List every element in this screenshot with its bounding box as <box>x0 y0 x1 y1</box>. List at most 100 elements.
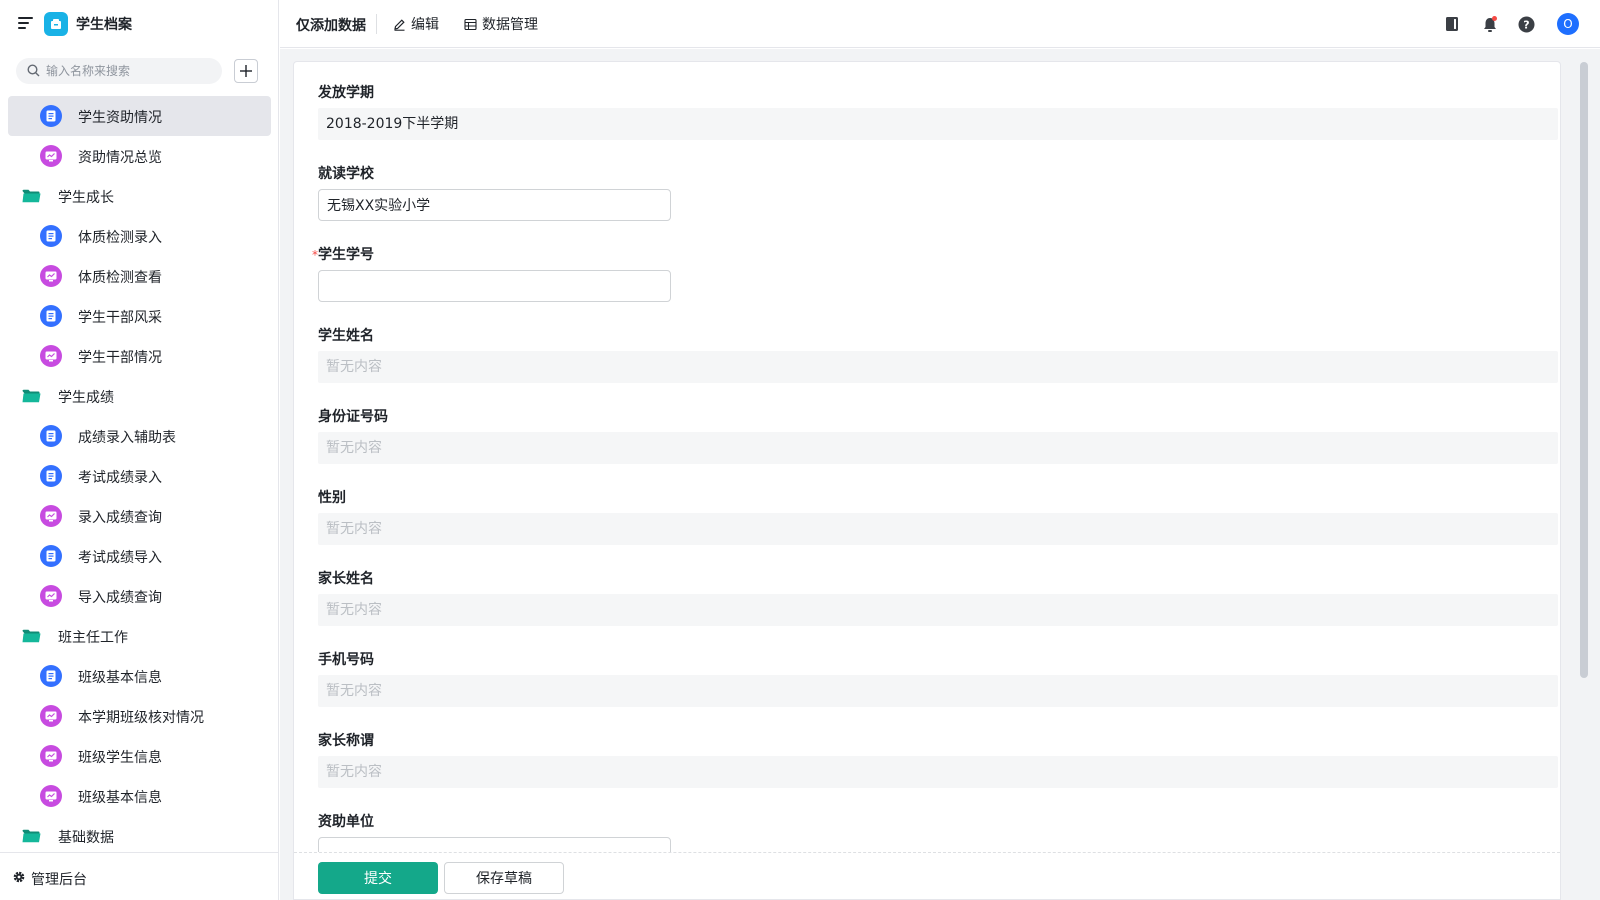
form-card: 发放学期 2018-2019下半学期 就读学校 *学生学号 学生姓名 暂无内容 … <box>293 61 1561 900</box>
sidebar-folder[interactable]: 基础数据 <box>0 816 279 848</box>
data-manage-button[interactable]: 数据管理 <box>464 14 538 34</box>
sidebar-header: 学生档案 <box>0 0 279 48</box>
field-label: 手机号码 <box>318 652 374 668</box>
sidebar-item-label: 学生资助情况 <box>78 110 162 126</box>
notifications-button[interactable] <box>1480 14 1500 34</box>
report-icon <box>40 345 62 367</box>
student-name-value: 暂无内容 <box>318 351 1558 383</box>
sidebar-item-label: 班级基本信息 <box>78 790 162 806</box>
school-input[interactable] <box>318 189 671 221</box>
sidebar-item-label: 资助情况总览 <box>78 150 162 166</box>
search-box <box>16 58 222 84</box>
gear-icon <box>13 871 25 883</box>
sidebar-item[interactable]: 体质检测查看 <box>0 256 279 296</box>
search-icon <box>27 64 40 77</box>
form-icon <box>40 425 62 447</box>
field-label: 就读学校 <box>318 166 374 182</box>
report-icon <box>40 265 62 287</box>
form-icon <box>40 305 62 327</box>
form-icon <box>40 225 62 247</box>
top-toolbar: 仅添加数据 编辑 数据管理 ? O <box>280 0 1600 48</box>
sidebar-item[interactable]: 考试成绩录入 <box>0 456 279 496</box>
add-button[interactable] <box>234 59 258 83</box>
field-label: 学生姓名 <box>318 328 374 344</box>
sidebar-item[interactable]: 资助情况总览 <box>0 136 279 176</box>
vertical-scrollbar[interactable] <box>1580 62 1588 678</box>
search-input[interactable] <box>46 58 216 84</box>
report-icon <box>40 505 62 527</box>
admin-backend-link[interactable]: 管理后台 <box>0 852 279 900</box>
folder-icon <box>22 629 41 643</box>
field-label: 资助单位 <box>318 814 374 830</box>
sidebar-item[interactable]: 考试成绩导入 <box>0 536 279 576</box>
edit-button[interactable]: 编辑 <box>393 14 439 34</box>
report-icon <box>40 745 62 767</box>
sidebar-item-label: 体质检测查看 <box>78 270 162 286</box>
field-label: * 学生学号 <box>312 244 1558 266</box>
sidebar-item[interactable]: 班级基本信息 <box>0 656 279 696</box>
field-sponsor: 资助单位 <box>318 811 1558 852</box>
sidebar-item[interactable]: 录入成绩查询 <box>0 496 279 536</box>
docs-button[interactable] <box>1442 14 1462 34</box>
sidebar-item[interactable]: 学生干部风采 <box>0 296 279 336</box>
user-avatar[interactable]: O <box>1557 13 1579 35</box>
sidebar-folder[interactable]: 班主任工作 <box>0 616 279 656</box>
phone-value: 暂无内容 <box>318 675 1558 707</box>
student-id-input[interactable] <box>318 270 671 302</box>
submit-button[interactable]: 提交 <box>318 862 438 894</box>
bell-icon <box>1484 15 1497 32</box>
help-button[interactable]: ? <box>1516 14 1536 34</box>
field-label: 家长姓名 <box>318 571 374 587</box>
sidebar-folder[interactable]: 学生成绩 <box>0 376 279 416</box>
field-gender: 性别 暂无内容 <box>318 487 1558 545</box>
menu-toggle-icon[interactable] <box>18 17 33 30</box>
form-icon <box>40 465 62 487</box>
sidebar-item[interactable]: 学生资助情况 <box>8 96 271 136</box>
help-icon: ? <box>1518 16 1534 32</box>
main-content: 发放学期 2018-2019下半学期 就读学校 *学生学号 学生姓名 暂无内容 … <box>280 49 1600 900</box>
sponsor-input[interactable] <box>318 837 671 852</box>
sidebar-item[interactable]: 本学期班级核对情况 <box>0 696 279 736</box>
report-icon <box>40 705 62 727</box>
sidebar-item[interactable]: 学生干部情况 <box>0 336 279 376</box>
sidebar-item-label: 班主任工作 <box>58 630 128 646</box>
save-draft-button[interactable]: 保存草稿 <box>444 862 564 894</box>
report-icon <box>40 785 62 807</box>
sidebar-item-label: 成绩录入辅助表 <box>78 430 176 446</box>
sidebar-item[interactable]: 成绩录入辅助表 <box>0 416 279 456</box>
gender-value: 暂无内容 <box>318 513 1558 545</box>
semester-value: 2018-2019下半学期 <box>318 108 1558 140</box>
field-semester: 发放学期 2018-2019下半学期 <box>318 82 1558 140</box>
folder-icon <box>22 829 41 843</box>
field-id-card: 身份证号码 暂无内容 <box>318 406 1558 464</box>
sidebar-item-label: 学生成长 <box>58 190 114 206</box>
sidebar-item-label: 班级基本信息 <box>78 670 162 686</box>
sidebar-item[interactable]: 班级学生信息 <box>0 736 279 776</box>
edit-pencil-icon <box>394 18 405 31</box>
sidebar-item-label: 基础数据 <box>58 830 114 846</box>
sidebar-item-label: 考试成绩录入 <box>78 470 162 486</box>
sidebar-item-label: 导入成绩查询 <box>78 590 162 606</box>
form-icon <box>40 105 62 127</box>
parent-relation-value: 暂无内容 <box>318 756 1558 788</box>
field-label: 家长称谓 <box>318 733 374 749</box>
sidebar-item[interactable]: 班级基本信息 <box>0 776 279 816</box>
student-id-label: 学生学号 <box>318 247 374 263</box>
id-card-value: 暂无内容 <box>318 432 1558 464</box>
sidebar-item-label: 体质检测录入 <box>78 230 162 246</box>
required-mark: * <box>312 248 318 262</box>
plus-icon <box>240 65 252 77</box>
sidebar-folder[interactable]: 学生成长 <box>0 176 279 216</box>
report-icon <box>40 145 62 167</box>
sidebar-item[interactable]: 导入成绩查询 <box>0 576 279 616</box>
sidebar-item-label: 学生成绩 <box>58 390 114 406</box>
sidebar-item-label: 学生干部风采 <box>78 310 162 326</box>
field-phone: 手机号码 暂无内容 <box>318 649 1558 707</box>
data-manage-label: 数据管理 <box>482 17 538 33</box>
app-logo-icon <box>44 12 68 36</box>
form-footer: 提交 保存草稿 <box>294 852 1560 899</box>
field-label: 性别 <box>318 490 346 506</box>
sidebar-item[interactable]: 体质检测录入 <box>0 216 279 256</box>
edit-label: 编辑 <box>411 17 439 33</box>
folder-icon <box>22 389 41 403</box>
